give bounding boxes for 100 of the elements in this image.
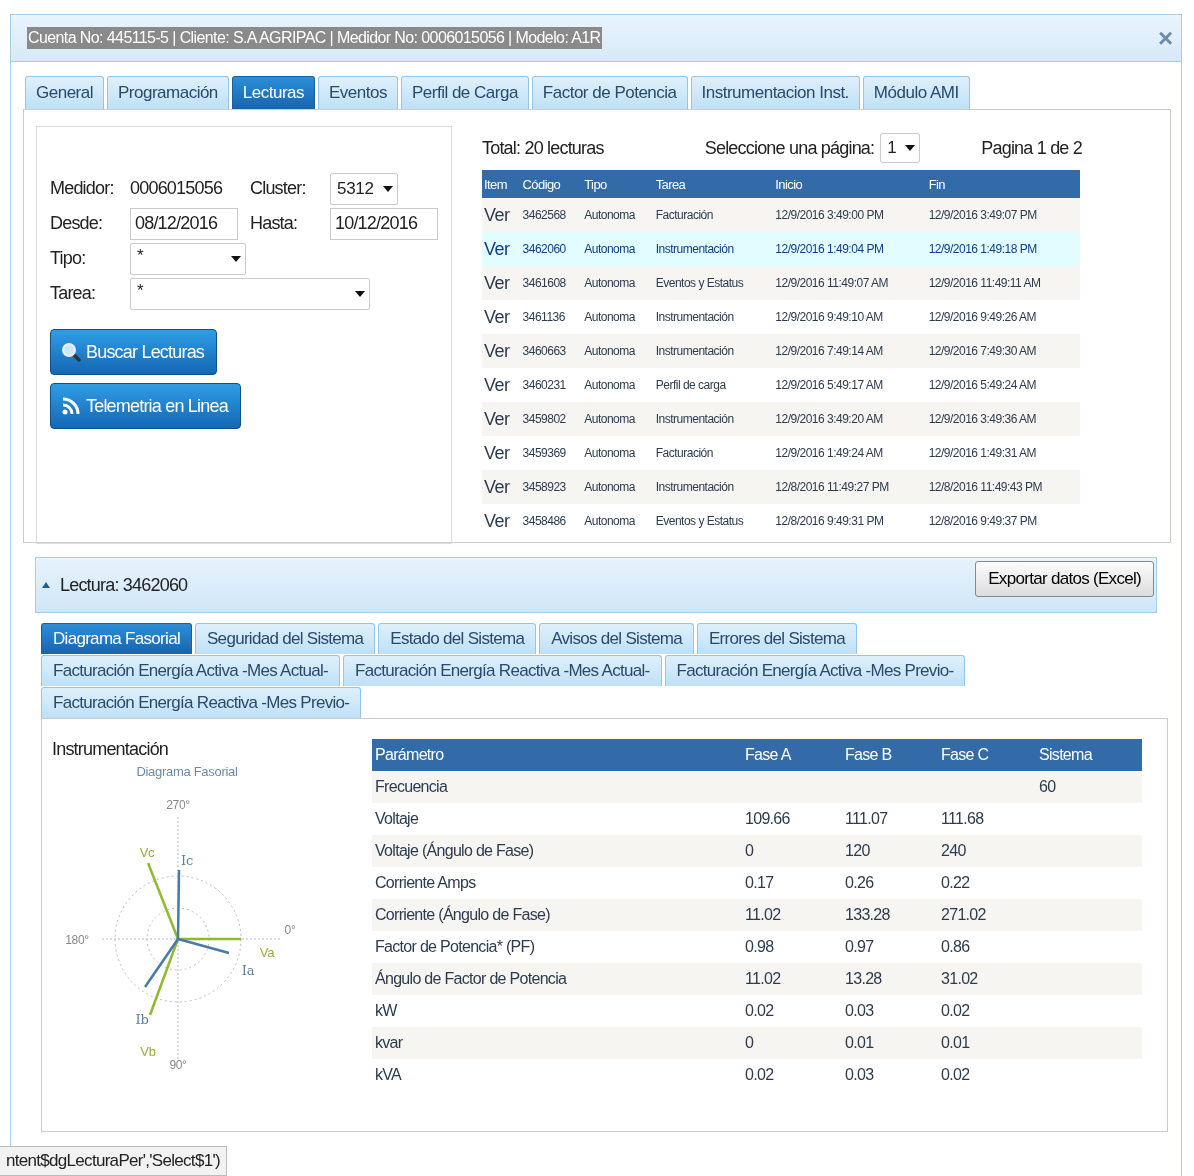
table-cell: 12/8/2016 9:49:31 PM: [773, 504, 927, 538]
table-cell: Ángulo de Factor de Potencia: [372, 963, 742, 995]
tab[interactable]: Perfil de Carga: [400, 76, 529, 109]
view-link[interactable]: Ver: [482, 198, 521, 232]
column-header: Fase A: [742, 739, 842, 771]
table-cell: kW: [372, 995, 742, 1027]
table-cell: Instrumentación: [653, 300, 774, 334]
date-field[interactable]: 10/12/2016: [330, 207, 438, 240]
column-header: Tipo: [582, 170, 654, 198]
tab[interactable]: Programación: [107, 76, 229, 109]
caret-icon: [383, 185, 393, 192]
tab[interactable]: Seguridad del Sistema: [195, 623, 376, 654]
view-link[interactable]: Ver: [482, 334, 521, 368]
table-cell: 11.02: [742, 899, 842, 931]
table-cell: 12/8/2016 11:49:43 PM: [926, 470, 1080, 504]
table-cell: Autonoma: [582, 436, 654, 470]
date-field[interactable]: 08/12/2016: [130, 207, 238, 240]
table-row[interactable]: Ver 3459369 Autonoma Facturación 12/9/2016 1:49:24 AM 12/9/2016 1:49:31 AM: [482, 436, 1080, 470]
table-cell: 0: [742, 1027, 842, 1059]
export-button[interactable]: Exportar datos (Excel): [975, 561, 1154, 597]
view-link[interactable]: Ver: [482, 470, 521, 504]
table-row[interactable]: Ver 3458923 Autonoma Instrumentación 12/8/2016 11:49:27 PM 12/8/2016 11:49:43 PM: [482, 470, 1080, 504]
total-count: Total: 20 lecturas: [482, 137, 604, 159]
table-row[interactable]: Ver 3461136 Autonoma Instrumentación 12/9/2016 9:49:10 AM 12/9/2016 9:49:26 AM: [482, 300, 1080, 334]
collapse-icon[interactable]: [42, 582, 50, 588]
tab[interactable]: Avisos del Sistema: [539, 623, 694, 654]
table-cell: 31.02: [938, 963, 1036, 995]
table-cell: 12/9/2016 5:49:17 AM: [773, 368, 927, 402]
table-cell: 0.02: [742, 995, 842, 1027]
tab[interactable]: Diagrama Fasorial: [41, 623, 192, 654]
dropdown[interactable]: 1: [880, 133, 921, 163]
view-link[interactable]: Ver: [482, 436, 521, 470]
view-link[interactable]: Ver: [482, 504, 521, 538]
view-link[interactable]: Ver: [482, 402, 521, 436]
table-cell: 12/9/2016 11:49:07 AM: [773, 266, 927, 300]
table-cell: 240: [938, 835, 1036, 867]
tab[interactable]: Instrumentacion Inst.: [690, 76, 860, 109]
table-cell: 0.97: [842, 931, 938, 963]
view-link[interactable]: Ver: [482, 232, 521, 266]
table-cell: 12/9/2016 11:49:11 AM: [926, 266, 1080, 300]
table-cell: 111.68: [938, 803, 1036, 835]
table-cell: 3462568: [520, 198, 583, 232]
chart-title: Diagrama Fasorial: [135, 764, 239, 779]
table-cell: 3460663: [520, 334, 583, 368]
table-cell: 3462060: [520, 232, 583, 266]
table-cell: Corriente Amps: [372, 867, 742, 899]
tab[interactable]: Eventos: [318, 76, 398, 109]
table-cell: Autonoma: [582, 266, 654, 300]
table-cell: Frecuencia: [372, 771, 742, 803]
table-cell: 3459802: [520, 402, 583, 436]
table-cell: Voltaje: [372, 803, 742, 835]
rss-icon: [61, 396, 81, 416]
table-cell: 3461608: [520, 266, 583, 300]
table-row[interactable]: Ver 3461608 Autonoma Eventos y Estatus 12/9/2016 11:49:07 AM 12/9/2016 11:49:11 AM: [482, 266, 1080, 300]
view-link[interactable]: Ver: [482, 266, 521, 300]
table-row[interactable]: Ver 3462568 Autonoma Facturación 12/9/2016 3:49:00 PM 12/9/2016 3:49:07 PM: [482, 198, 1080, 232]
table-cell: 0.02: [742, 1059, 842, 1091]
action-button[interactable]: Buscar Lecturas: [50, 329, 218, 375]
view-link[interactable]: Ver: [482, 368, 521, 402]
tab[interactable]: Estado del Sistema: [378, 623, 537, 654]
table-row[interactable]: Ver 3460231 Autonoma Perfil de carga 12/9/2016 5:49:17 AM 12/9/2016 5:49:24 AM: [482, 368, 1080, 402]
table-cell: 0.02: [938, 1059, 1036, 1091]
caret-icon: [355, 290, 365, 297]
table-cell: Perfil de carga: [653, 368, 774, 402]
tab[interactable]: Módulo AMI: [862, 76, 970, 109]
column-header: Fin: [926, 170, 1080, 198]
table-cell: Instrumentación: [653, 402, 774, 436]
column-header: Sistema: [1036, 739, 1142, 771]
dropdown[interactable]: 5312: [330, 172, 398, 205]
tab[interactable]: Factor de Potencia: [531, 76, 688, 109]
page-label: Seleccione una página:: [704, 137, 875, 159]
table-cell: 0.26: [842, 867, 938, 899]
tab[interactable]: Facturación Energía Activa -Mes Actual-: [41, 655, 341, 686]
table-cell: 12/8/2016 11:49:27 PM: [773, 470, 927, 504]
caret-icon: [231, 255, 241, 262]
tab[interactable]: Facturación Energía Reactiva -Mes Actual-: [343, 655, 662, 686]
table-cell: 271.02: [938, 899, 1036, 931]
axis-label: 90°: [169, 1058, 187, 1069]
phasor-label: Ic: [181, 853, 193, 868]
column-header: Tarea: [653, 170, 774, 198]
search-icon: [61, 342, 81, 362]
field-label: Medidor:: [50, 178, 115, 199]
dropdown[interactable]: *: [130, 277, 370, 310]
meter-number: 0006015056: [130, 178, 224, 199]
window-title: Cuenta No: 445115-5 | Cliente: S.A AGRIPAC | Medidor No: 0006015056 | Modelo: A1R: [27, 27, 602, 49]
section-title: Lectura: 3462060: [60, 574, 189, 596]
dropdown[interactable]: *: [130, 242, 246, 275]
table-cell: Facturación: [653, 198, 774, 232]
table-row[interactable]: Ver 3462060 Autonoma Instrumentación 12/9/2016 1:49:04 PM 12/9/2016 1:49:18 PM: [482, 232, 1080, 266]
view-link[interactable]: Ver: [482, 300, 521, 334]
tab[interactable]: Facturación Energía Reactiva -Mes Previo-: [41, 687, 362, 718]
tab[interactable]: General: [25, 76, 104, 109]
table-cell: 12/9/2016 3:49:36 AM: [926, 402, 1080, 436]
table-cell: 133.28: [842, 899, 938, 931]
tab[interactable]: Facturación Energía Activa -Mes Previo-: [664, 655, 966, 686]
table-cell: 12/9/2016 3:49:00 PM: [773, 198, 927, 232]
tab[interactable]: Lecturas: [231, 76, 315, 109]
action-button[interactable]: Telemetria en Linea: [50, 383, 241, 429]
column-header: Fase B: [842, 739, 938, 771]
tab[interactable]: Errores del Sistema: [696, 623, 857, 654]
